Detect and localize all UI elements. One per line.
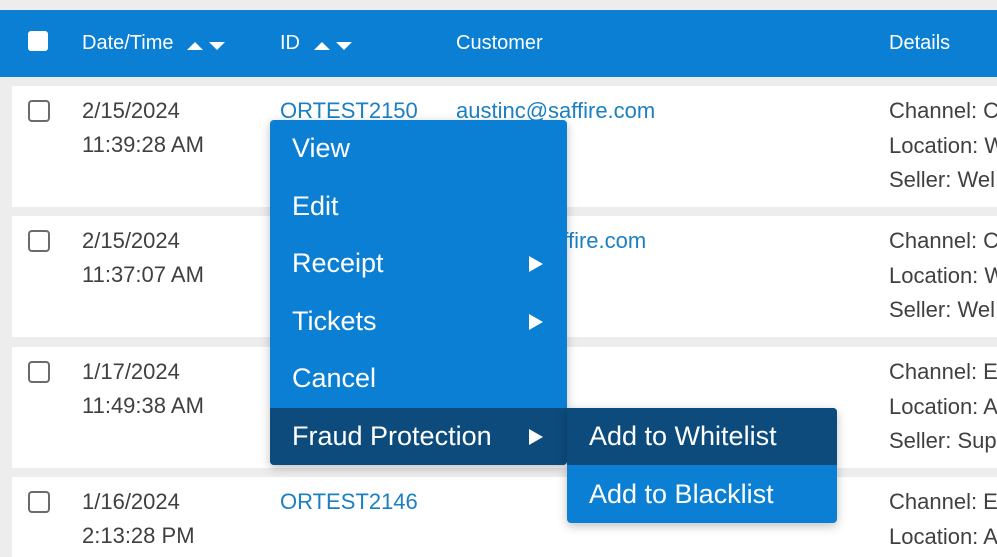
select-all-checkbox[interactable] (28, 31, 48, 51)
row-time: 11:39:28 AM (82, 132, 204, 157)
row-checkbox[interactable] (28, 230, 50, 252)
menu-item-cancel[interactable]: Cancel (270, 350, 567, 407)
sort-descending-icon[interactable] (209, 41, 226, 50)
submenu-item-label: Add to Blacklist (589, 479, 774, 509)
fraud-protection-submenu: Add to Whitelist Add to Blacklist (567, 408, 837, 523)
menu-item-view[interactable]: View (270, 120, 567, 177)
row-date: 1/16/2024 (82, 489, 180, 514)
row-time: 2:13:28 PM (82, 523, 195, 548)
column-datetime-label: Date/Time (82, 32, 174, 54)
details-location: Location: A (889, 393, 997, 419)
column-customer-label: Customer (456, 32, 543, 54)
menu-item-label: Receipt (292, 248, 384, 278)
row-checkbox[interactable] (28, 491, 50, 513)
details-channel: Channel: C (889, 98, 997, 123)
row-checkbox[interactable] (28, 100, 50, 122)
row-checkbox[interactable] (28, 361, 50, 383)
sort-ascending-icon[interactable] (313, 41, 330, 50)
menu-item-edit[interactable]: Edit (270, 178, 567, 235)
details-channel: Channel: E (889, 359, 997, 384)
menu-item-label: Tickets (292, 306, 377, 336)
details-seller: Seller: Wel (889, 297, 995, 322)
row-date: 1/17/2024 (82, 359, 180, 384)
sort-ascending-icon[interactable] (187, 41, 204, 50)
menu-item-label: Cancel (292, 363, 377, 393)
sort-descending-icon[interactable] (335, 41, 352, 50)
submenu-arrow-icon (529, 429, 543, 445)
column-header-datetime[interactable]: Date/Time (82, 30, 226, 57)
column-id-label: ID (280, 32, 300, 54)
details-location: Location: W (889, 262, 997, 288)
row-details: Channel: C Location: W Seller: Wel (889, 94, 997, 198)
menu-item-label: Fraud Protection (292, 421, 492, 451)
row-details: Channel: E Location: A Seller: Sup (889, 355, 997, 459)
details-location: Location: A (889, 523, 997, 549)
sort-controls-datetime[interactable] (187, 31, 226, 57)
table-row[interactable]: 1/16/2024 2:13:28 PM ORTEST2146 Channel:… (12, 477, 997, 557)
menu-item-receipt[interactable]: Receipt (270, 235, 567, 292)
sort-controls-id[interactable] (313, 31, 352, 57)
row-time: 11:37:07 AM (82, 262, 204, 287)
row-context-menu: View Edit Receipt Tickets Cancel Fraud P… (270, 120, 567, 465)
row-date: 2/15/2024 (82, 98, 180, 123)
row-details: Channel: E Location: A (889, 485, 997, 554)
row-date: 2/15/2024 (82, 228, 180, 253)
submenu-item-add-to-blacklist[interactable]: Add to Blacklist (567, 466, 837, 523)
table-header: Date/Time ID Customer Details (0, 10, 997, 77)
details-channel: Channel: C (889, 228, 997, 253)
column-details-label: Details (889, 32, 951, 54)
menu-item-fraud-protection[interactable]: Fraud Protection (270, 408, 567, 465)
details-location: Location: W (889, 132, 997, 158)
details-seller: Seller: Sup (889, 428, 997, 453)
submenu-arrow-icon (529, 256, 543, 272)
column-header-id[interactable]: ID (280, 30, 352, 57)
column-header-customer: Customer (456, 30, 543, 56)
row-id-link[interactable]: ORTEST2146 (280, 485, 418, 519)
submenu-item-label: Add to Whitelist (589, 421, 777, 451)
row-time: 11:49:38 AM (82, 393, 204, 418)
column-header-details: Details (889, 30, 950, 56)
submenu-arrow-icon (529, 314, 543, 330)
details-seller: Seller: Wel (889, 167, 995, 192)
menu-item-label: View (292, 133, 351, 163)
menu-item-tickets[interactable]: Tickets (270, 293, 567, 350)
row-details: Channel: C Location: W Seller: Wel (889, 224, 997, 328)
menu-item-label: Edit (292, 191, 339, 221)
details-channel: Channel: E (889, 489, 997, 514)
submenu-item-add-to-whitelist[interactable]: Add to Whitelist (567, 408, 837, 465)
